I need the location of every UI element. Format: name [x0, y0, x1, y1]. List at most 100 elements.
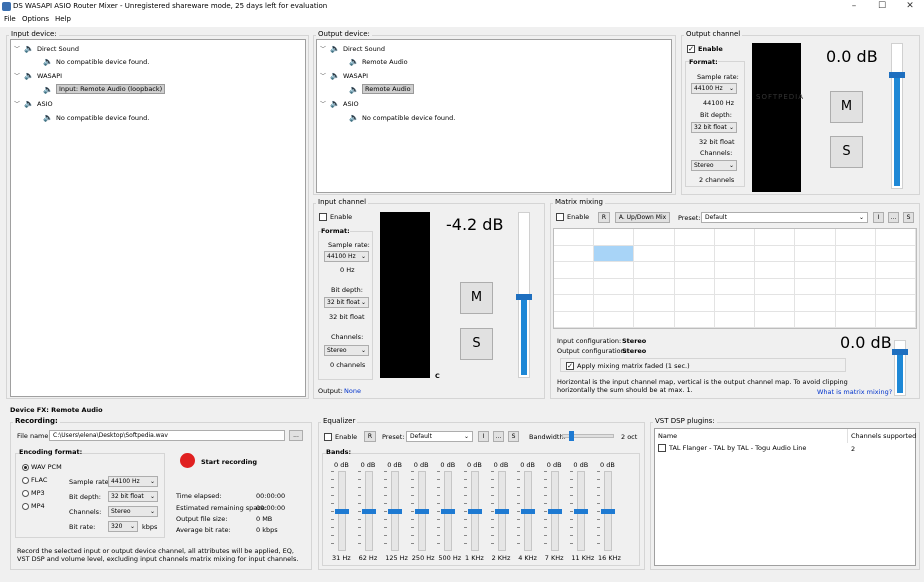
slider-thumb[interactable]: [574, 509, 589, 514]
eq-band-slider[interactable]: [388, 471, 403, 551]
matrix-cell[interactable]: [795, 278, 836, 295]
matrix-cell[interactable]: [875, 262, 916, 279]
matrix-import-button[interactable]: I: [873, 212, 884, 223]
menu-help[interactable]: Help: [55, 15, 71, 23]
tree-node[interactable]: ﹀ 🔈 WASAPI: [320, 71, 368, 80]
matrix-cell[interactable]: [795, 229, 836, 246]
input-channels-select[interactable]: Stereo ⌄: [324, 345, 369, 356]
slider-thumb[interactable]: [441, 509, 456, 514]
eq-reset-button[interactable]: R: [364, 431, 376, 442]
rec-bit-rate-select[interactable]: 320 ⌄: [108, 521, 138, 532]
output-channels-select[interactable]: Stereo ⌄: [691, 160, 737, 171]
tree-node[interactable]: ﹀ 🔈 Direct Sound: [14, 44, 79, 53]
matrix-cell[interactable]: [634, 262, 675, 279]
matrix-cell[interactable]: [554, 278, 595, 295]
output-mute-button[interactable]: M: [830, 91, 863, 123]
matrix-cell[interactable]: [714, 295, 756, 312]
matrix-cell[interactable]: [674, 245, 715, 262]
matrix-cell[interactable]: [554, 295, 595, 312]
eq-band-slider[interactable]: [601, 471, 615, 551]
matrix-cell[interactable]: [755, 262, 796, 279]
tree-node[interactable]: 🔈 No compatible device found.: [43, 113, 149, 122]
matrix-cell[interactable]: [634, 278, 675, 295]
tree-node[interactable]: 🔈 Remote Audio: [349, 57, 408, 66]
matrix-preset-select[interactable]: Default ⌄: [701, 212, 868, 223]
tree-node[interactable]: 🔈 No compatible device found.: [349, 113, 455, 122]
slider-thumb[interactable]: [468, 509, 482, 514]
format-radio-mp3[interactable]: MP3: [22, 489, 45, 497]
slider-thumb[interactable]: [547, 509, 562, 514]
record-icon[interactable]: [180, 453, 195, 468]
tree-node[interactable]: ﹀ 🔈 Direct Sound: [320, 44, 385, 53]
input-sample-rate-select[interactable]: 44100 Hz ⌄: [324, 251, 369, 262]
eq-more-button[interactable]: ...: [493, 431, 504, 442]
eq-band-slider[interactable]: [494, 471, 509, 551]
input-volume-slider[interactable]: [516, 212, 532, 378]
matrix-cell[interactable]: [755, 311, 796, 328]
matrix-cell[interactable]: [875, 295, 916, 312]
matrix-cell[interactable]: [634, 311, 675, 328]
eq-band-slider[interactable]: [574, 471, 589, 551]
file-name-input[interactable]: C:\Users\elena\Desktop\Softpedia.wav: [49, 430, 285, 441]
slider-thumb[interactable]: [335, 509, 349, 514]
matrix-cell[interactable]: [594, 295, 635, 312]
matrix-enable-checkbox[interactable]: Enable: [556, 213, 589, 221]
menu-options[interactable]: Options: [22, 15, 49, 23]
matrix-cell[interactable]: [755, 278, 796, 295]
vst-list[interactable]: Name Channels supported TAL Flanger - TA…: [654, 428, 916, 566]
eq-bandwidth-slider[interactable]: [562, 431, 614, 441]
tree-node-selected[interactable]: 🔈 Remote Audio: [349, 84, 414, 94]
matrix-cell[interactable]: [755, 245, 796, 262]
tree-node-selected[interactable]: 🔈 Input: Remote Audio (loopback): [43, 84, 166, 94]
matrix-volume-slider[interactable]: [892, 340, 908, 396]
input-device-tree[interactable]: ﹀ 🔈 Direct Sound 🔈 No compatible device fou…: [10, 39, 306, 397]
slider-thumb[interactable]: [889, 72, 905, 78]
matrix-cell[interactable]: [714, 245, 756, 262]
eq-band-slider[interactable]: [335, 471, 349, 551]
eq-save-button[interactable]: S: [508, 431, 519, 442]
format-radio-wav[interactable]: WAV PCM: [22, 463, 62, 471]
matrix-cell[interactable]: [554, 229, 595, 246]
format-radio-mp4[interactable]: MP4: [22, 502, 45, 510]
eq-band-slider[interactable]: [414, 471, 429, 551]
close-button[interactable]: ✕: [896, 0, 924, 13]
tree-node[interactable]: ﹀ 🔈 ASIO: [320, 99, 359, 108]
input-bit-depth-select[interactable]: 32 bit float ⌄: [324, 297, 369, 308]
slider-thumb[interactable]: [516, 294, 532, 300]
input-solo-button[interactable]: S: [460, 328, 493, 360]
input-output-value[interactable]: None: [344, 387, 361, 395]
slider-thumb[interactable]: [414, 509, 429, 514]
tree-node[interactable]: 🔈 No compatible device found.: [43, 57, 149, 66]
matrix-cell[interactable]: [674, 295, 715, 312]
matrix-cell[interactable]: [634, 229, 675, 246]
eq-band-slider[interactable]: [441, 471, 456, 551]
matrix-cell[interactable]: [554, 262, 595, 279]
matrix-cell[interactable]: [755, 229, 796, 246]
output-sample-rate-select[interactable]: 44100 Hz ⌄: [691, 83, 737, 94]
eq-band-slider[interactable]: [521, 471, 536, 551]
menu-file[interactable]: File: [4, 15, 16, 23]
matrix-reset-button[interactable]: R: [598, 212, 610, 223]
output-bit-depth-select[interactable]: 32 bit float ⌄: [691, 122, 737, 133]
slider-thumb[interactable]: [601, 509, 615, 514]
checkbox[interactable]: [658, 444, 666, 452]
matrix-grid[interactable]: [553, 228, 917, 329]
matrix-cell[interactable]: [835, 262, 876, 279]
matrix-cell[interactable]: [835, 295, 876, 312]
eq-band-slider[interactable]: [361, 471, 376, 551]
matrix-save-button[interactable]: S: [903, 212, 914, 223]
matrix-cell[interactable]: [835, 229, 876, 246]
matrix-cell[interactable]: [714, 229, 756, 246]
maximize-button[interactable]: ☐: [868, 0, 896, 13]
input-mute-button[interactable]: M: [460, 282, 493, 314]
matrix-cell[interactable]: [795, 262, 836, 279]
slider-thumb[interactable]: [892, 349, 908, 355]
tree-node[interactable]: ﹀ 🔈 WASAPI: [14, 71, 62, 80]
slider-thumb[interactable]: [521, 509, 536, 514]
matrix-cell[interactable]: [594, 229, 635, 246]
matrix-cell[interactable]: [594, 278, 635, 295]
matrix-cell[interactable]: [835, 311, 876, 328]
matrix-cell[interactable]: [554, 311, 595, 328]
format-radio-flac[interactable]: FLAC: [22, 476, 47, 484]
start-recording-button[interactable]: Start recording: [201, 458, 257, 466]
